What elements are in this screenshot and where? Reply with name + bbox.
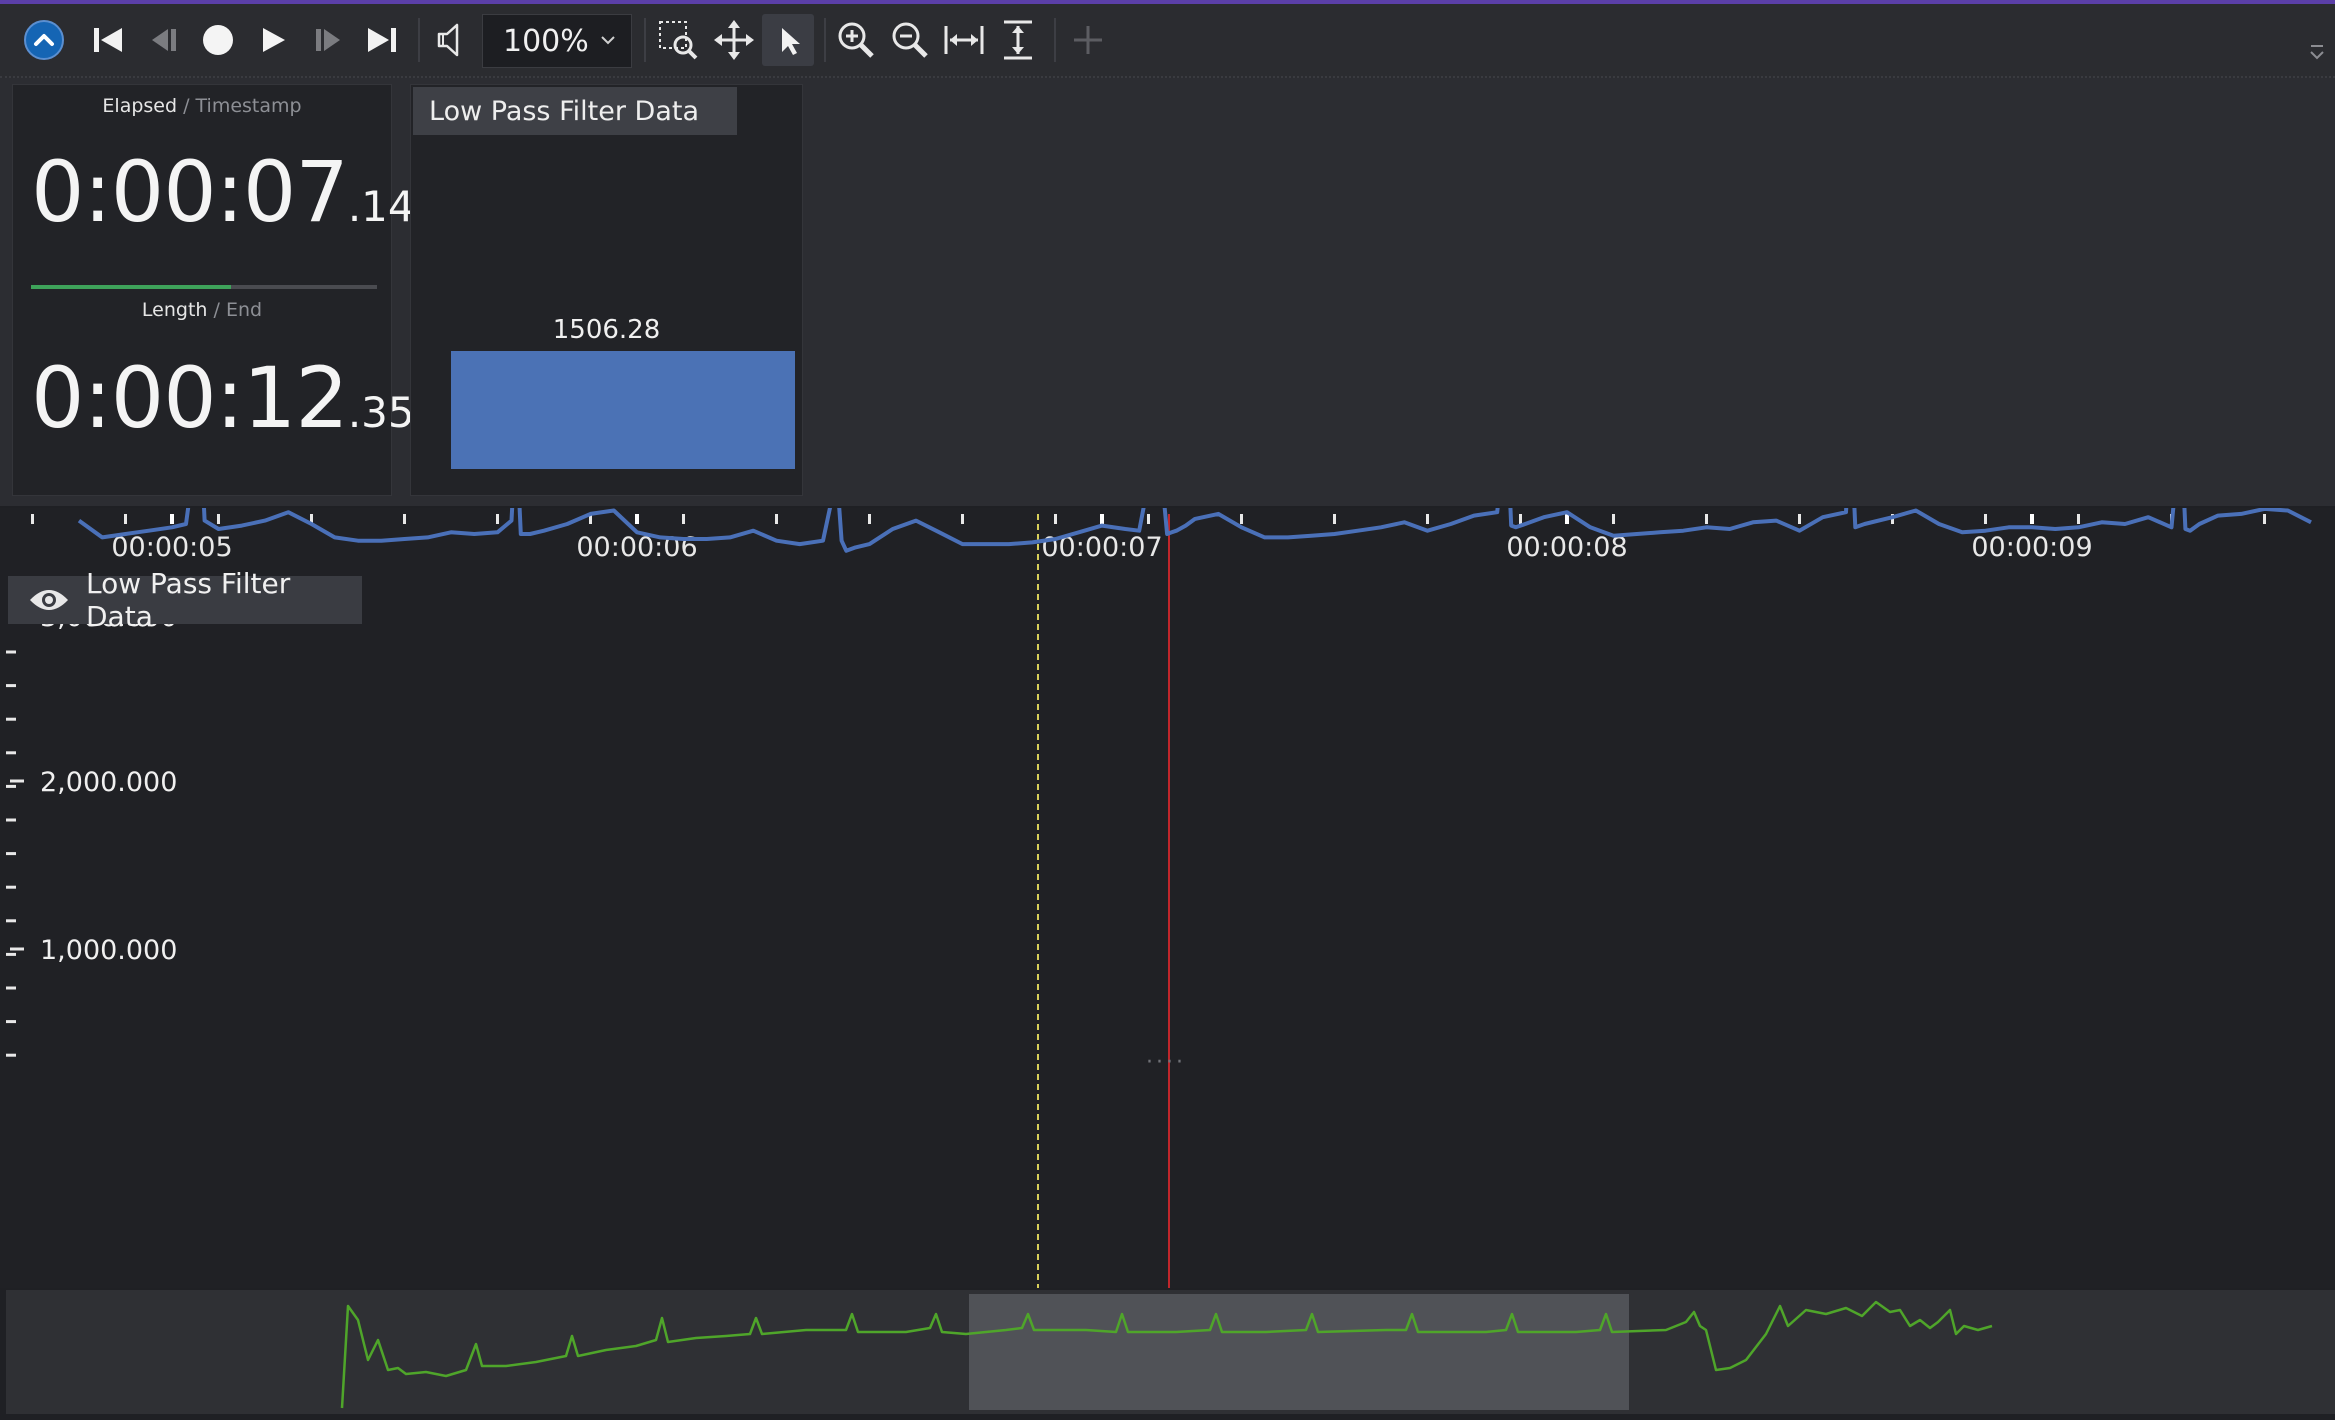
end-label-text: / End	[207, 299, 263, 321]
play-icon	[263, 28, 285, 52]
length-time: 0:00:12.351	[31, 349, 441, 447]
elapsed-label-text: Elapsed	[102, 95, 178, 117]
overflow-chevron-icon	[2310, 45, 2324, 60]
step-forward-icon	[316, 29, 340, 51]
fit-vertical-button[interactable]	[992, 14, 1044, 66]
toolbar-separator	[1054, 18, 1056, 62]
toolbar-separator	[824, 18, 826, 62]
move-icon	[714, 20, 754, 60]
elapsed-label: Elapsed / Timestamp	[13, 95, 391, 117]
series-tag-label: Low Pass Filter Data	[86, 567, 291, 633]
step-back-button[interactable]	[138, 14, 190, 66]
step-back-icon	[152, 29, 176, 51]
zoom-region-icon	[659, 21, 698, 60]
skip-to-start-icon	[94, 28, 122, 52]
toolbar-overflow-button[interactable]	[2307, 42, 2327, 70]
add-button[interactable]	[1062, 14, 1114, 66]
chevron-down-icon	[601, 36, 615, 45]
bar-gauge-title: Low Pass Filter Data	[413, 87, 737, 135]
overview-svg	[340, 1294, 1993, 1410]
elapsed-time-main: 0:00:07	[31, 143, 349, 241]
step-forward-button[interactable]	[302, 14, 354, 66]
volume-button[interactable]	[426, 14, 478, 66]
x-axis-tick-label: 00:00:09	[1971, 532, 2092, 563]
playback-progress-fill	[31, 285, 231, 289]
plus-icon	[1074, 26, 1102, 54]
playback-progress-bar	[31, 285, 377, 289]
zoom-out-icon	[892, 22, 928, 58]
elapsed-time: 0:00:07.140	[31, 143, 441, 241]
time-display-panel: Elapsed / Timestamp 0:00:07.140 Length /…	[12, 84, 441, 496]
overview-viewport-window[interactable]	[969, 1294, 1629, 1410]
fit-vertical-icon	[1004, 20, 1032, 60]
bar-gauge-panel[interactable]: Low Pass Filter Data 1506.28	[410, 84, 803, 496]
toolbar: 100%	[0, 4, 2335, 78]
x-axis-tick-label: 00:00:06	[576, 532, 697, 563]
y-axis-tick-label: 2,000.000	[40, 767, 177, 798]
length-label-text: Length	[141, 299, 208, 321]
zoom-in-icon	[838, 22, 874, 58]
x-axis-tick-label: 00:00:08	[1506, 532, 1627, 563]
zoom-value: 100%	[503, 23, 589, 59]
record-button[interactable]	[192, 14, 244, 66]
pan-button[interactable]	[708, 14, 760, 66]
collapse-button[interactable]	[18, 14, 70, 66]
fit-horizontal-icon	[944, 26, 984, 54]
eye-icon	[28, 586, 70, 614]
zoom-region-button[interactable]	[652, 14, 704, 66]
record-icon	[203, 25, 233, 55]
fit-horizontal-button[interactable]	[938, 14, 990, 66]
bar-gauge-bar	[451, 351, 795, 469]
toolbar-separator	[418, 18, 420, 62]
overview-navigator[interactable]	[6, 1290, 2335, 1414]
skip-to-start-button[interactable]	[82, 14, 134, 66]
length-label: Length / End	[13, 299, 391, 321]
zoom-select[interactable]: 100%	[482, 14, 632, 68]
cursor-icon	[782, 28, 800, 55]
skip-to-end-button[interactable]	[356, 14, 408, 66]
length-time-main: 0:00:12	[31, 349, 349, 447]
play-button[interactable]	[246, 14, 298, 66]
panel-resize-handle[interactable]: ····	[1146, 1050, 1186, 1075]
y-axis-tick-label: 1,000.000	[40, 935, 177, 966]
toolbar-separator	[644, 18, 646, 62]
pointer-button[interactable]	[762, 14, 814, 66]
series-visibility-toggle[interactable]: Low Pass Filter Data	[8, 567, 362, 633]
x-axis-tick-label: 00:00:05	[111, 532, 232, 563]
zoom-in-button[interactable]	[830, 14, 882, 66]
bar-gauge-value: 1506.28	[552, 315, 661, 345]
skip-to-end-icon	[368, 28, 396, 52]
zoom-out-button[interactable]	[884, 14, 936, 66]
speaker-icon	[437, 23, 459, 57]
chevron-up-icon	[24, 20, 64, 60]
timestamp-label-text: / Timestamp	[177, 95, 302, 117]
